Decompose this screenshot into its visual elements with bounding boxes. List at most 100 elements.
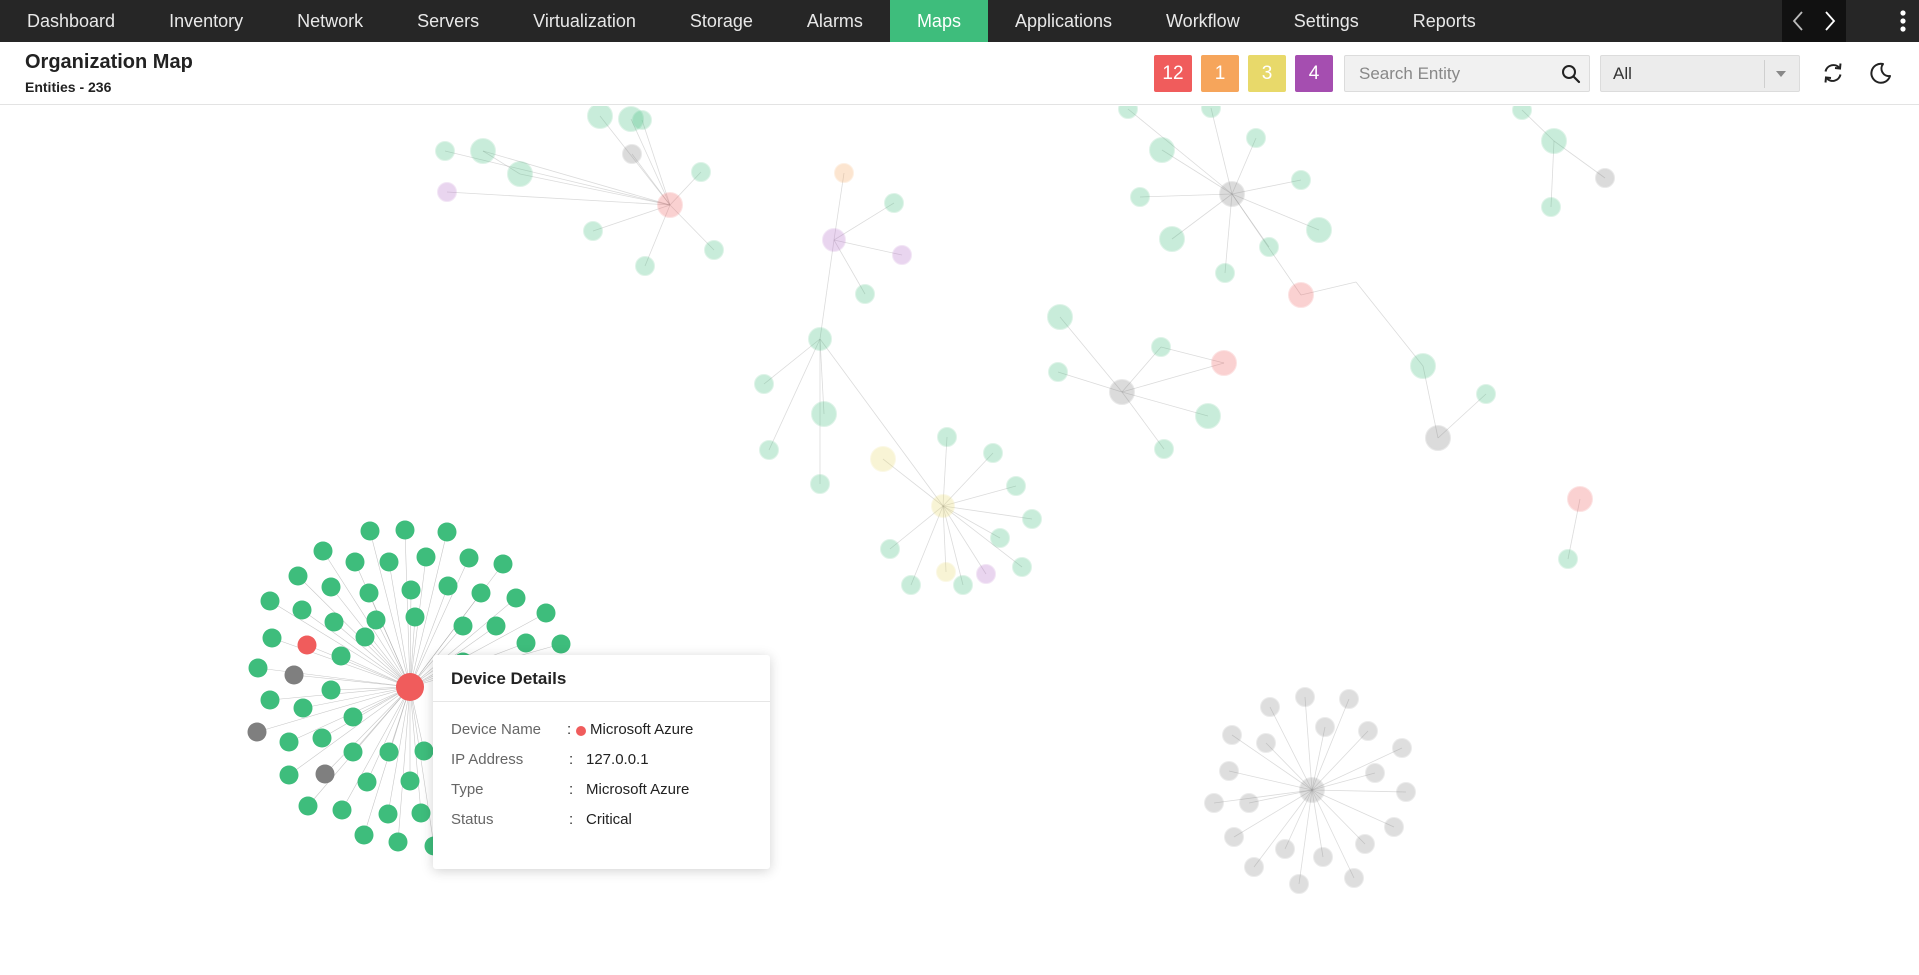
device-node-clear[interactable] bbox=[1154, 439, 1174, 459]
group-hub-node[interactable] bbox=[931, 494, 955, 518]
device-node-clear[interactable] bbox=[810, 474, 830, 494]
device-node-clear[interactable] bbox=[1215, 263, 1235, 283]
device-node-clear[interactable] bbox=[321, 680, 341, 700]
device-node-clear[interactable] bbox=[343, 707, 363, 727]
group-hub-node[interactable] bbox=[1109, 379, 1135, 405]
device-node-clear[interactable] bbox=[1022, 509, 1042, 529]
device-node-clear[interactable] bbox=[400, 771, 420, 791]
device-node-clear[interactable] bbox=[754, 374, 774, 394]
device-node-unknown[interactable] bbox=[1595, 168, 1615, 188]
device-node-clear[interactable] bbox=[343, 742, 363, 762]
device-node-clear[interactable] bbox=[471, 583, 491, 603]
device-node-unknown[interactable] bbox=[1224, 827, 1244, 847]
major-count-badge[interactable]: 1 bbox=[1201, 55, 1239, 92]
device-node-clear[interactable] bbox=[1006, 476, 1026, 496]
device-node-unknown[interactable] bbox=[315, 764, 335, 784]
device-node-clear[interactable] bbox=[260, 591, 280, 611]
device-node-clear[interactable] bbox=[378, 804, 398, 824]
device-node-clear[interactable] bbox=[506, 588, 526, 608]
chevron-right-icon[interactable] bbox=[1818, 0, 1842, 42]
device-node-clear[interactable] bbox=[901, 575, 921, 595]
device-node-clear[interactable] bbox=[759, 440, 779, 460]
device-node-clear[interactable] bbox=[459, 548, 479, 568]
device-node-clear[interactable] bbox=[1259, 237, 1279, 257]
device-node-clear[interactable] bbox=[880, 539, 900, 559]
device-node-clear[interactable] bbox=[704, 240, 724, 260]
device-node-unknown[interactable] bbox=[1344, 868, 1364, 888]
device-node-unknown[interactable] bbox=[1204, 793, 1224, 813]
device-node-clear[interactable] bbox=[313, 541, 333, 561]
device-node-unknown[interactable] bbox=[247, 722, 267, 742]
device-node-clear[interactable] bbox=[983, 443, 1003, 463]
nav-maps[interactable]: Maps bbox=[889, 0, 988, 42]
search-icon[interactable] bbox=[1561, 64, 1581, 84]
device-node-unknown[interactable] bbox=[1275, 839, 1295, 859]
device-node-clear[interactable] bbox=[937, 427, 957, 447]
device-node-clear[interactable] bbox=[453, 616, 473, 636]
device-node-unknown[interactable] bbox=[1365, 763, 1385, 783]
organization-map-canvas[interactable] bbox=[0, 106, 1919, 975]
device-node-clear[interactable] bbox=[357, 772, 377, 792]
device-node-unknown[interactable] bbox=[1384, 817, 1404, 837]
device-node-clear[interactable] bbox=[1246, 128, 1266, 148]
device-node-unknown[interactable] bbox=[1256, 733, 1276, 753]
nav-virtualization[interactable]: Virtualization bbox=[506, 0, 663, 42]
device-node-unknown[interactable] bbox=[284, 665, 304, 685]
device-node-clear[interactable] bbox=[635, 256, 655, 276]
device-node-clear[interactable] bbox=[632, 110, 652, 130]
device-node-clear[interactable] bbox=[331, 646, 351, 666]
nav-inventory[interactable]: Inventory bbox=[142, 0, 270, 42]
device-node-clear[interactable] bbox=[388, 832, 408, 852]
device-node-clear[interactable] bbox=[516, 633, 536, 653]
device-node-clear[interactable] bbox=[1195, 403, 1221, 429]
device-node-clear[interactable] bbox=[583, 221, 603, 241]
device-node-clear[interactable] bbox=[1159, 226, 1185, 252]
device-node-clear[interactable] bbox=[1558, 549, 1578, 569]
device-node-clear[interactable] bbox=[1541, 197, 1561, 217]
refresh-icon[interactable] bbox=[1818, 58, 1848, 88]
group-hub-node[interactable] bbox=[1219, 181, 1245, 207]
device-node-clear[interactable] bbox=[416, 547, 436, 567]
device-node-clear[interactable] bbox=[438, 576, 458, 596]
device-node-clear[interactable] bbox=[551, 634, 571, 654]
device-node-clear[interactable] bbox=[1410, 353, 1436, 379]
device-node-unknown[interactable] bbox=[622, 144, 642, 164]
device-node-unknown[interactable] bbox=[1313, 847, 1333, 867]
device-node-unknown[interactable] bbox=[1396, 782, 1416, 802]
device-node-minor[interactable] bbox=[870, 446, 896, 472]
device-node-clear[interactable] bbox=[507, 161, 533, 187]
device-node-clear[interactable] bbox=[248, 658, 268, 678]
device-node-clear[interactable] bbox=[486, 616, 506, 636]
device-node-clear[interactable] bbox=[279, 765, 299, 785]
kebab-menu-icon[interactable] bbox=[1892, 0, 1914, 42]
device-node-unknown[interactable] bbox=[1244, 857, 1264, 877]
device-node-clear[interactable] bbox=[332, 800, 352, 820]
device-node-clear[interactable] bbox=[990, 528, 1010, 548]
device-node-unknown[interactable] bbox=[1260, 697, 1280, 717]
group-hub-node[interactable] bbox=[1567, 486, 1593, 512]
device-node-clear[interactable] bbox=[1291, 170, 1311, 190]
nav-reports[interactable]: Reports bbox=[1386, 0, 1503, 42]
device-node-clear[interactable] bbox=[324, 612, 344, 632]
device-node-clear[interactable] bbox=[395, 520, 415, 540]
device-node-clear[interactable] bbox=[435, 141, 455, 161]
device-node-clear[interactable] bbox=[405, 607, 425, 627]
device-node-clear[interactable] bbox=[298, 796, 318, 816]
device-node-warning[interactable] bbox=[892, 245, 912, 265]
device-node-unknown[interactable] bbox=[1295, 687, 1315, 707]
device-node-clear[interactable] bbox=[437, 522, 457, 542]
device-node-clear[interactable] bbox=[414, 741, 434, 761]
group-hub-node[interactable] bbox=[1541, 128, 1567, 154]
device-node-major[interactable] bbox=[834, 163, 854, 183]
device-node-clear[interactable] bbox=[379, 552, 399, 572]
nav-workflow[interactable]: Workflow bbox=[1139, 0, 1267, 42]
device-node-clear[interactable] bbox=[1118, 106, 1138, 119]
device-node-unknown[interactable] bbox=[1219, 761, 1239, 781]
device-node-clear[interactable] bbox=[493, 554, 513, 574]
nav-storage[interactable]: Storage bbox=[663, 0, 780, 42]
device-node-unknown[interactable] bbox=[1358, 721, 1378, 741]
device-node-clear[interactable] bbox=[470, 138, 496, 164]
topology-graph[interactable] bbox=[0, 106, 1919, 975]
device-node-clear[interactable] bbox=[293, 698, 313, 718]
device-node-clear[interactable] bbox=[884, 193, 904, 213]
